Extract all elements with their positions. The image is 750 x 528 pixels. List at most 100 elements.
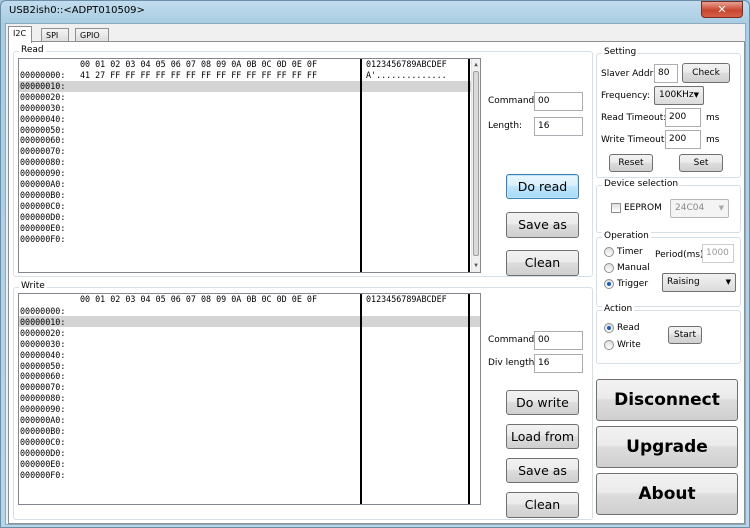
- address-label: 00000010:: [20, 316, 66, 327]
- address-label: 00000070:: [20, 382, 66, 393]
- client-area: I2C SPI GPIO Read 00 01 02 03 04 05 06 0…: [5, 23, 746, 525]
- period-label: Period(ms): [655, 250, 704, 260]
- write-hex-header: [19, 315, 480, 327]
- read-command-label: Command:: [488, 96, 538, 106]
- address-label: 00000040:: [20, 349, 66, 360]
- address-label: 000000D0:: [20, 211, 66, 222]
- tab-spi[interactable]: SPI: [41, 28, 69, 42]
- reset-button[interactable]: Reset: [609, 154, 653, 172]
- read-address-column: 00000000: 00000010: 00000020: 00000030: 0000…: [20, 70, 65, 245]
- read-hex-header: [19, 80, 480, 92]
- address-label: 00000020:: [20, 327, 66, 338]
- read-scrollbar[interactable]: ▲ ▼: [471, 59, 480, 272]
- read-timeout-input[interactable]: 200: [665, 108, 701, 127]
- address-label: 000000C0:: [20, 200, 66, 211]
- write-address-column: 00000000: 00000010: 00000020: 00000030: 0000…: [20, 306, 65, 481]
- address-label: 000000F0:: [20, 469, 66, 480]
- address-label: 00000050:: [20, 124, 66, 135]
- write-divider: [360, 294, 362, 504]
- i2c-page: Read 00 01 02 03 04 05 06 07 08 09 0A 0B…: [8, 41, 745, 524]
- slaver-addr-input[interactable]: 80: [654, 64, 678, 83]
- read-scroll-thumb[interactable]: [473, 71, 479, 256]
- address-label: 00000020:: [20, 91, 66, 102]
- trigger-label: Trigger: [617, 279, 649, 289]
- hex-row: 41 27 FF FF FF FF FF FF FF FF FF FF FF F…: [80, 70, 317, 80]
- div-length-label: Div length:: [488, 358, 538, 368]
- device-select[interactable]: 24C04 ▼: [670, 199, 729, 218]
- tab-gpio[interactable]: GPIO: [75, 28, 109, 42]
- address-label: 000000D0:: [20, 447, 66, 458]
- address-label: 00000080:: [20, 393, 66, 404]
- action-write-label: Write: [617, 340, 641, 350]
- chevron-down-icon: ▼: [693, 91, 699, 99]
- read-hex-data: 41 27 FF FF FF FF FF FF FF FF FF FF FF F…: [80, 70, 317, 81]
- frequency-select[interactable]: 100KHz ▼: [654, 86, 704, 105]
- eeprom-label: EEPROM: [624, 203, 662, 213]
- timer-label: Timer: [617, 247, 643, 257]
- trigger-edge-select[interactable]: Raising ▼: [662, 273, 736, 292]
- manual-label: Manual: [617, 263, 650, 273]
- write-timeout-unit: ms: [706, 135, 720, 145]
- address-label: 000000A0:: [20, 415, 66, 426]
- read-hex-view[interactable]: 00 01 02 03 04 05 06 07 08 09 0A 0B 0C 0…: [18, 58, 481, 273]
- write-divider-right: [468, 294, 470, 504]
- action-write-radio[interactable]: [604, 340, 614, 350]
- trigger-radio[interactable]: [604, 279, 614, 289]
- read-clean-button[interactable]: Clean: [506, 250, 579, 276]
- write-clean-button[interactable]: Clean: [506, 492, 579, 518]
- disconnect-button[interactable]: Disconnect: [596, 379, 738, 421]
- scroll-up-icon[interactable]: ▲: [472, 60, 480, 71]
- close-button[interactable]: ✕: [701, 1, 743, 18]
- do-write-button[interactable]: Do write: [506, 390, 579, 415]
- write-group-label: Write: [19, 281, 47, 291]
- read-timeout-unit: ms: [706, 113, 720, 123]
- address-label: 00000010:: [20, 80, 66, 91]
- scroll-down-icon[interactable]: ▼: [472, 261, 480, 272]
- address-label: 00000080:: [20, 157, 66, 168]
- timer-radio[interactable]: [604, 247, 614, 257]
- operation-label: Operation: [602, 231, 651, 241]
- address-label: 00000030:: [20, 338, 66, 349]
- write-hex-view[interactable]: 00 01 02 03 04 05 06 07 08 09 0A 0B 0C 0…: [18, 293, 481, 505]
- action-read-radio[interactable]: [604, 323, 614, 333]
- read-divider: [360, 59, 362, 272]
- check-button[interactable]: Check: [682, 63, 730, 83]
- read-ascii-data: A'..............: [366, 70, 447, 81]
- write-timeout-input[interactable]: 200: [665, 130, 701, 149]
- frequency-value: 100KHz: [659, 90, 694, 100]
- read-save-as-button[interactable]: Save as: [506, 212, 579, 238]
- address-label: 00000090:: [20, 404, 66, 415]
- period-input[interactable]: 1000: [702, 244, 734, 263]
- chevron-down-icon: ▼: [718, 204, 724, 212]
- address-label: 000000C0:: [20, 436, 66, 447]
- device-value: 24C04: [675, 203, 705, 213]
- address-label: 000000A0:: [20, 179, 66, 190]
- address-label: 00000000:: [20, 306, 66, 316]
- address-label: 00000090:: [20, 168, 66, 179]
- address-label: 00000030:: [20, 102, 66, 113]
- address-label: 00000060:: [20, 371, 66, 382]
- address-label: 00000050:: [20, 360, 66, 371]
- manual-radio[interactable]: [604, 263, 614, 273]
- address-label: 00000060:: [20, 135, 66, 146]
- set-button[interactable]: Set: [679, 154, 723, 172]
- write-save-as-button[interactable]: Save as: [506, 458, 579, 483]
- address-label: 000000E0:: [20, 222, 66, 233]
- chevron-down-icon: ▼: [725, 278, 731, 286]
- address-label: 000000F0:: [20, 233, 66, 244]
- load-from-button[interactable]: Load from: [506, 424, 579, 449]
- do-read-button[interactable]: Do read: [506, 174, 579, 199]
- tab-i2c[interactable]: I2C: [8, 26, 32, 43]
- setting-group-label: Setting: [602, 47, 639, 57]
- read-divider-right: [468, 59, 470, 272]
- write-timeout-label: Write Timeout:: [601, 135, 668, 145]
- address-label: 000000E0:: [20, 458, 66, 469]
- eeprom-checkbox[interactable]: [611, 203, 621, 213]
- div-length-input[interactable]: 16: [534, 354, 583, 373]
- write-command-input[interactable]: 00: [534, 331, 583, 350]
- about-button[interactable]: About: [596, 473, 738, 515]
- start-button[interactable]: Start: [668, 326, 702, 344]
- upgrade-button[interactable]: Upgrade: [596, 426, 738, 468]
- read-command-input[interactable]: 00: [534, 92, 583, 111]
- read-length-input[interactable]: 16: [534, 117, 583, 136]
